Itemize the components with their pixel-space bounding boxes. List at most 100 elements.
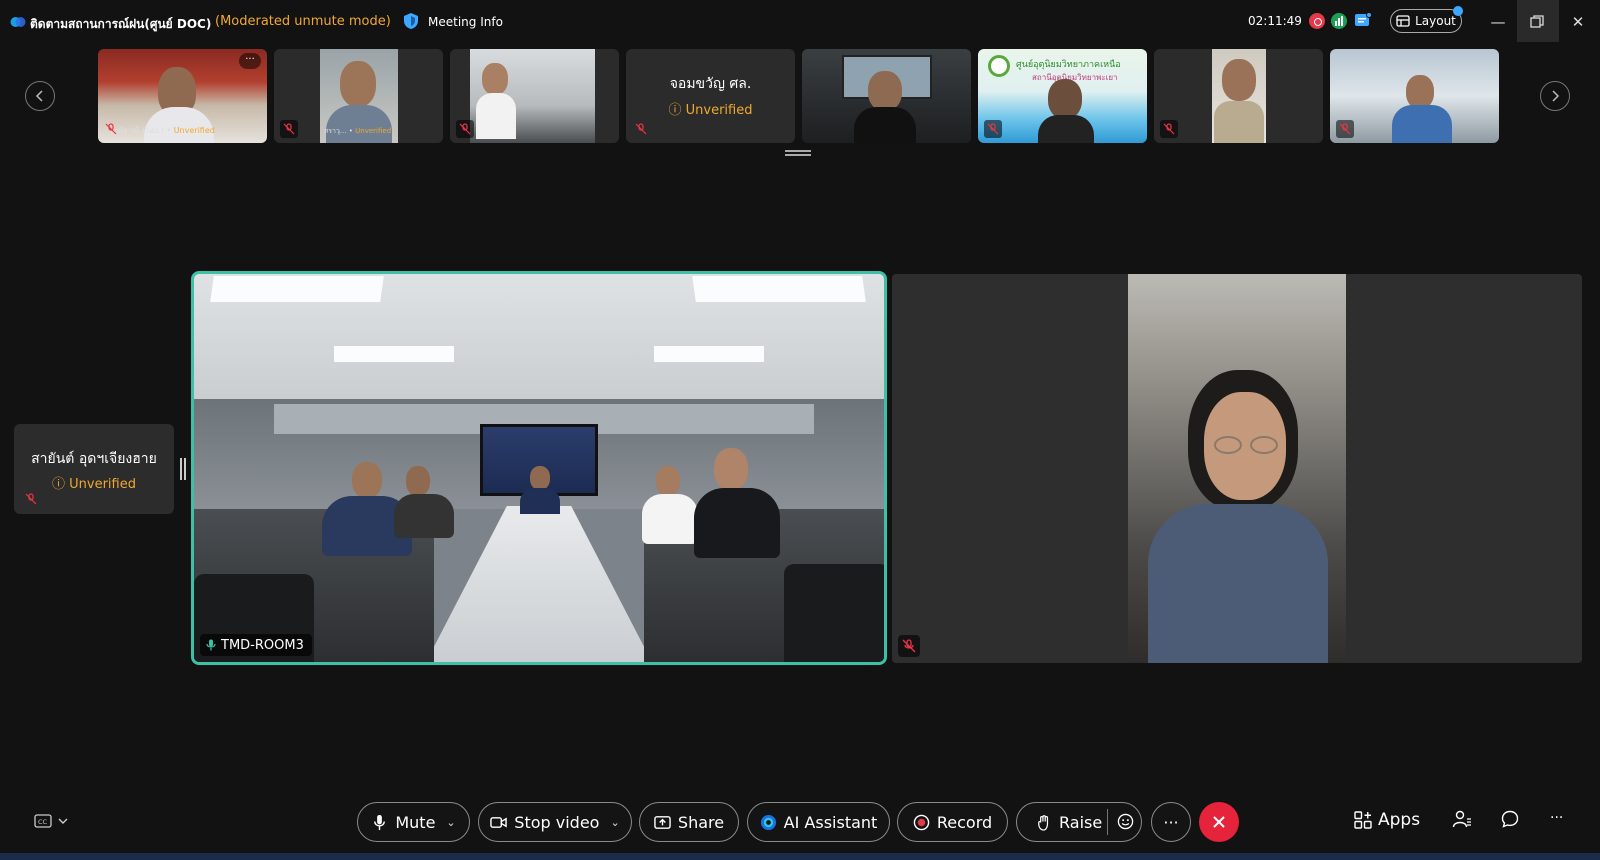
- apps-button[interactable]: Apps: [1354, 810, 1420, 830]
- participant-tile[interactable]: [1154, 49, 1323, 143]
- chevron-down-icon: [58, 818, 68, 824]
- raise-label: Raise: [1059, 812, 1103, 832]
- participant-video: [450, 49, 619, 143]
- shield-icon[interactable]: [403, 12, 419, 30]
- participant-tile[interactable]: [1330, 49, 1499, 143]
- unverified-icon: ⓘ: [668, 103, 686, 118]
- participant-tile[interactable]: จอมขวัญ ศล. ⓘ Unverified: [626, 49, 795, 143]
- participant-video: [1330, 49, 1499, 143]
- participant-status-label: Unverified: [685, 103, 753, 118]
- tile-caption-status: Unverified: [173, 126, 215, 135]
- participant-status: ⓘ Unverified: [14, 473, 174, 492]
- unmute-mode-label: (Moderated unmute mode): [215, 14, 391, 29]
- filmstrip-prev-button[interactable]: [25, 81, 55, 111]
- stop-video-label: Stop video: [514, 812, 600, 832]
- mic-off-icon: [1336, 120, 1354, 138]
- chevron-down-icon[interactable]: ⌄: [610, 816, 619, 829]
- mic-off-icon: [456, 120, 474, 138]
- apps-label: Apps: [1378, 810, 1421, 830]
- close-icon: [1213, 816, 1225, 828]
- tile-caption: สราวุ... • Unverified: [324, 127, 392, 135]
- meeting-title: ติดตามสถานการณ์ฝน(ศูนย์ DOC): [30, 17, 212, 31]
- mic-off-icon: [1160, 120, 1178, 138]
- raise-divider: [1107, 809, 1108, 835]
- ai-assistant-label: AI Assistant: [783, 812, 878, 832]
- mute-label: Mute: [395, 812, 436, 832]
- title-bar: ติดตามสถานการณ์ฝน(ศูนย์ DOC) (Moderated …: [0, 0, 1600, 44]
- restore-icon[interactable]: [1528, 13, 1546, 31]
- unverified-icon: ⓘ: [52, 477, 70, 492]
- participant-tile[interactable]: [802, 49, 971, 143]
- participants-button[interactable]: [1452, 810, 1472, 828]
- stop-video-button[interactable]: Stop video ⌄: [478, 802, 632, 842]
- reactions-icon[interactable]: [1117, 813, 1134, 830]
- chevron-down-icon[interactable]: ⌄: [446, 816, 455, 829]
- participant-name: สายันต์ อุดฯเจียงฮาย: [31, 451, 157, 467]
- network-stats-icon[interactable]: [1331, 13, 1347, 29]
- filmstrip-resize-handle[interactable]: [785, 150, 811, 156]
- mic-on-icon: [206, 639, 216, 651]
- captions-button[interactable]: CC: [34, 814, 68, 828]
- tile-caption: ณัฐวุฒิ (รอง.) • Unverified: [116, 126, 215, 135]
- mic-off-icon: [632, 120, 650, 138]
- participant-name: จอมขวัญ ศล.: [669, 76, 752, 92]
- banner-text: ศูนย์อุตุนิยมวิทยาภาคเหนือ: [1016, 60, 1121, 70]
- close-icon[interactable]: ✕: [1568, 12, 1588, 32]
- conference-room-scene: [194, 274, 884, 662]
- participant-video: [1128, 274, 1346, 663]
- video-name-label: TMD-ROOM3: [221, 637, 304, 653]
- layout-button[interactable]: Layout: [1390, 9, 1462, 33]
- participant-card[interactable]: สายันต์ อุดฯเจียงฮาย ⓘ Unverified: [14, 424, 174, 514]
- participant-video: [1154, 49, 1323, 143]
- mic-off-icon: [280, 120, 298, 138]
- notes-icon[interactable]: [1354, 12, 1372, 28]
- share-button[interactable]: Share: [639, 802, 739, 842]
- tile-caption-status: Unverified: [355, 127, 392, 135]
- mic-off-icon: [984, 120, 1002, 138]
- recording-indicator-icon[interactable]: [1309, 13, 1325, 29]
- mute-button[interactable]: Mute ⌄: [357, 802, 470, 842]
- stage-resize-handle[interactable]: [180, 458, 186, 480]
- chevron-right-icon: [1552, 90, 1560, 102]
- participant-video-large[interactable]: [892, 274, 1582, 663]
- raise-hand-button[interactable]: Raise: [1016, 802, 1142, 842]
- raise-hand-icon: [1038, 814, 1049, 831]
- chat-button[interactable]: [1501, 810, 1519, 828]
- record-button[interactable]: Record: [897, 802, 1008, 842]
- record-icon: [913, 814, 930, 830]
- participant-tile[interactable]: ··· ณัฐวุฒิ (รอง.) • Unverified: [98, 49, 267, 143]
- participant-status-label: Unverified: [69, 477, 136, 492]
- participant-tile[interactable]: สราวุ... • Unverified: [274, 49, 443, 143]
- video-camera-icon: [490, 816, 508, 828]
- tile-more-button[interactable]: ···: [239, 53, 261, 69]
- layout-label: Layout: [1415, 14, 1456, 28]
- share-screen-icon: [654, 815, 671, 829]
- webex-logo-icon: [10, 17, 26, 27]
- mic-off-icon: [898, 635, 920, 657]
- chat-icon: [1501, 810, 1519, 828]
- microphone-icon: [374, 814, 386, 830]
- ai-assistant-button[interactable]: AI Assistant: [747, 802, 890, 842]
- tile-caption-name: ณัฐวุฒิ (รอง.): [116, 126, 164, 135]
- org-logo-icon: [988, 55, 1010, 77]
- mic-off-icon: [22, 490, 40, 508]
- more-options-label: ···: [1163, 812, 1179, 832]
- os-taskbar: [0, 853, 1600, 860]
- tile-caption-name: สราวุ...: [324, 127, 347, 135]
- overflow-menu-button[interactable]: ···: [1550, 810, 1563, 826]
- overflow-menu-label: ···: [1550, 810, 1564, 826]
- filmstrip-next-button[interactable]: [1540, 81, 1570, 111]
- apps-icon: [1354, 811, 1372, 829]
- participant-tile[interactable]: [450, 49, 619, 143]
- leave-meeting-button[interactable]: [1199, 802, 1239, 842]
- layout-icon: [1396, 15, 1410, 27]
- active-speaker-video[interactable]: TMD-ROOM3: [191, 271, 887, 665]
- share-label: Share: [677, 812, 725, 832]
- more-options-button[interactable]: ···: [1151, 802, 1191, 842]
- meeting-info-button[interactable]: Meeting Info: [428, 15, 503, 29]
- svg-text:CC: CC: [38, 818, 48, 826]
- chevron-left-icon: [35, 90, 43, 102]
- minimize-icon[interactable]: —: [1488, 12, 1508, 32]
- participant-tile[interactable]: ศูนย์อุตุนิยมวิทยาภาคเหนือ สถานีอุตุนิยม…: [978, 49, 1147, 143]
- participant-status: ⓘ Unverified: [626, 99, 795, 118]
